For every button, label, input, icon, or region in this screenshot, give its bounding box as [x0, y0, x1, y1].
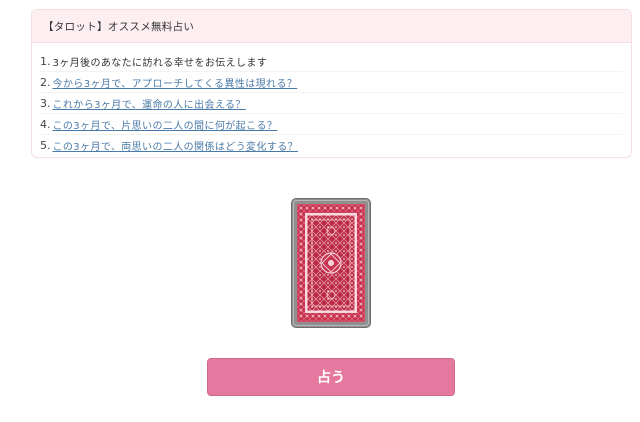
list-item: 5. この3ヶ月で、両思いの二人の関係はどう変化する？: [40, 135, 623, 155]
panel-title: 【タロット】オススメ無料占い: [32, 10, 631, 43]
current-fortune-text: 3ヶ月後のあなたに訪れる幸せをお伝えします: [52, 57, 268, 69]
recommended-fortunes-panel: 【タロット】オススメ無料占い 1. 3ヶ月後のあなたに訪れる幸せをお伝えします …: [31, 9, 632, 158]
fortune-list: 1. 3ヶ月後のあなたに訪れる幸せをお伝えします 2. 今から3ヶ月で、アプロー…: [32, 43, 631, 155]
item-number: 2.: [40, 75, 51, 89]
list-item: 2. 今から3ヶ月で、アプローチしてくる異性は現れる？: [40, 72, 623, 93]
list-item: 3. これから3ヶ月で、運命の人に出会える？: [40, 93, 623, 114]
fortune-link-destiny[interactable]: これから3ヶ月で、運命の人に出会える？: [53, 96, 246, 111]
tarot-card-back-icon[interactable]: [292, 199, 370, 327]
item-number: 5.: [40, 138, 51, 152]
list-item: 1. 3ヶ月後のあなたに訪れる幸せをお伝えします: [40, 51, 623, 72]
item-number: 1.: [40, 54, 51, 68]
fortune-link-mutual[interactable]: この3ヶ月で、両思いの二人の関係はどう変化する？: [53, 138, 299, 153]
fortune-link-approach[interactable]: 今から3ヶ月で、アプローチしてくる異性は現れる？: [53, 75, 298, 90]
fortune-button[interactable]: 占う: [207, 358, 455, 396]
tarot-card-pattern: [292, 199, 370, 327]
item-number: 4.: [40, 117, 51, 131]
item-number: 3.: [40, 96, 51, 110]
fortune-link-unrequited[interactable]: この3ヶ月で、片思いの二人の間に何が起こる？: [53, 117, 278, 132]
list-item: 4. この3ヶ月で、片思いの二人の間に何が起こる？: [40, 114, 623, 135]
